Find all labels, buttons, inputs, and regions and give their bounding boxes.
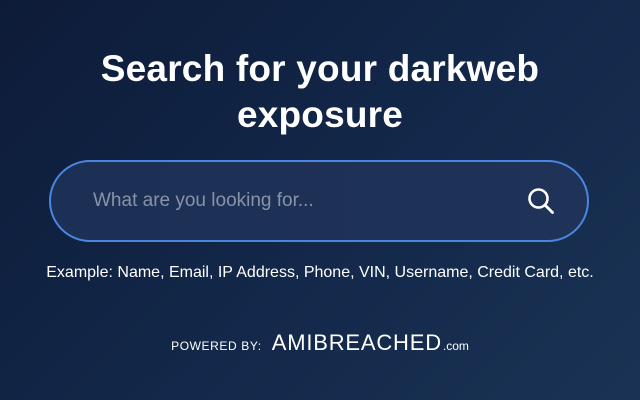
page-title: Search for your darkweb exposure [40, 46, 600, 138]
search-icon [528, 188, 554, 214]
search-box[interactable] [49, 160, 589, 242]
powered-by-label: POWERED BY: [171, 339, 262, 353]
powered-by: POWERED BY: AMIBREACHED .com [0, 330, 640, 356]
page-title-line2: exposure [236, 94, 404, 135]
page-title-line1: Search for your darkweb [100, 48, 540, 89]
example-text: Example: Name, Email, IP Address, Phone,… [46, 264, 594, 281]
brand-logo-tld: .com [442, 339, 469, 353]
brand-logo-name[interactable]: AMIBREACHED [272, 330, 442, 356]
search-input[interactable] [93, 181, 521, 221]
search-button[interactable] [521, 181, 561, 221]
